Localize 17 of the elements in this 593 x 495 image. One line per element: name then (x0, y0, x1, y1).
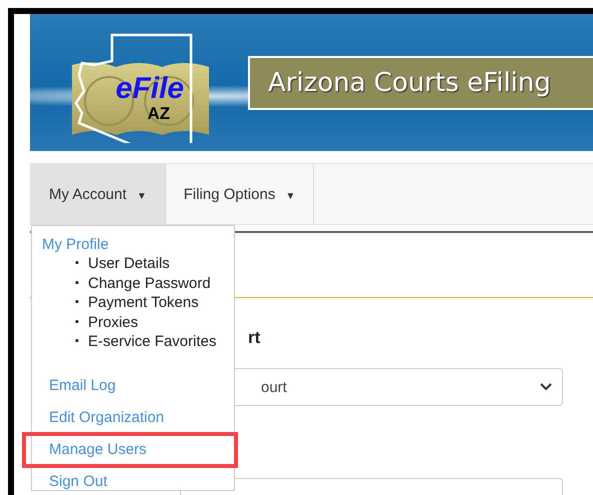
list-bullet: ▪ (75, 276, 80, 290)
menu-subitem[interactable]: User Details (88, 254, 170, 274)
logo-subtext: AZ (147, 104, 170, 122)
nav-tab[interactable]: My Account ▼ (31, 164, 166, 224)
menu-subitem[interactable]: Payment Tokens (88, 293, 199, 312)
menu-subitem[interactable]: Proxies (88, 312, 138, 332)
menu-subitem[interactable]: Change Password (88, 274, 211, 293)
site-title: Arizona Courts eFiling (248, 56, 593, 110)
list-bullet: ▪ (75, 256, 80, 271)
nav-tab[interactable]: Filing Options ▼ (166, 164, 314, 224)
logo-text: eFile (116, 72, 184, 104)
list-bullet: ▪ (75, 295, 80, 310)
menu-subitem[interactable]: E-service Favorites (88, 332, 216, 352)
section-heading: rt (248, 328, 262, 348)
chevron-down-icon (540, 383, 552, 391)
list-bullet: ▪ (75, 314, 80, 330)
list-bullet: ▪ (75, 334, 80, 349)
